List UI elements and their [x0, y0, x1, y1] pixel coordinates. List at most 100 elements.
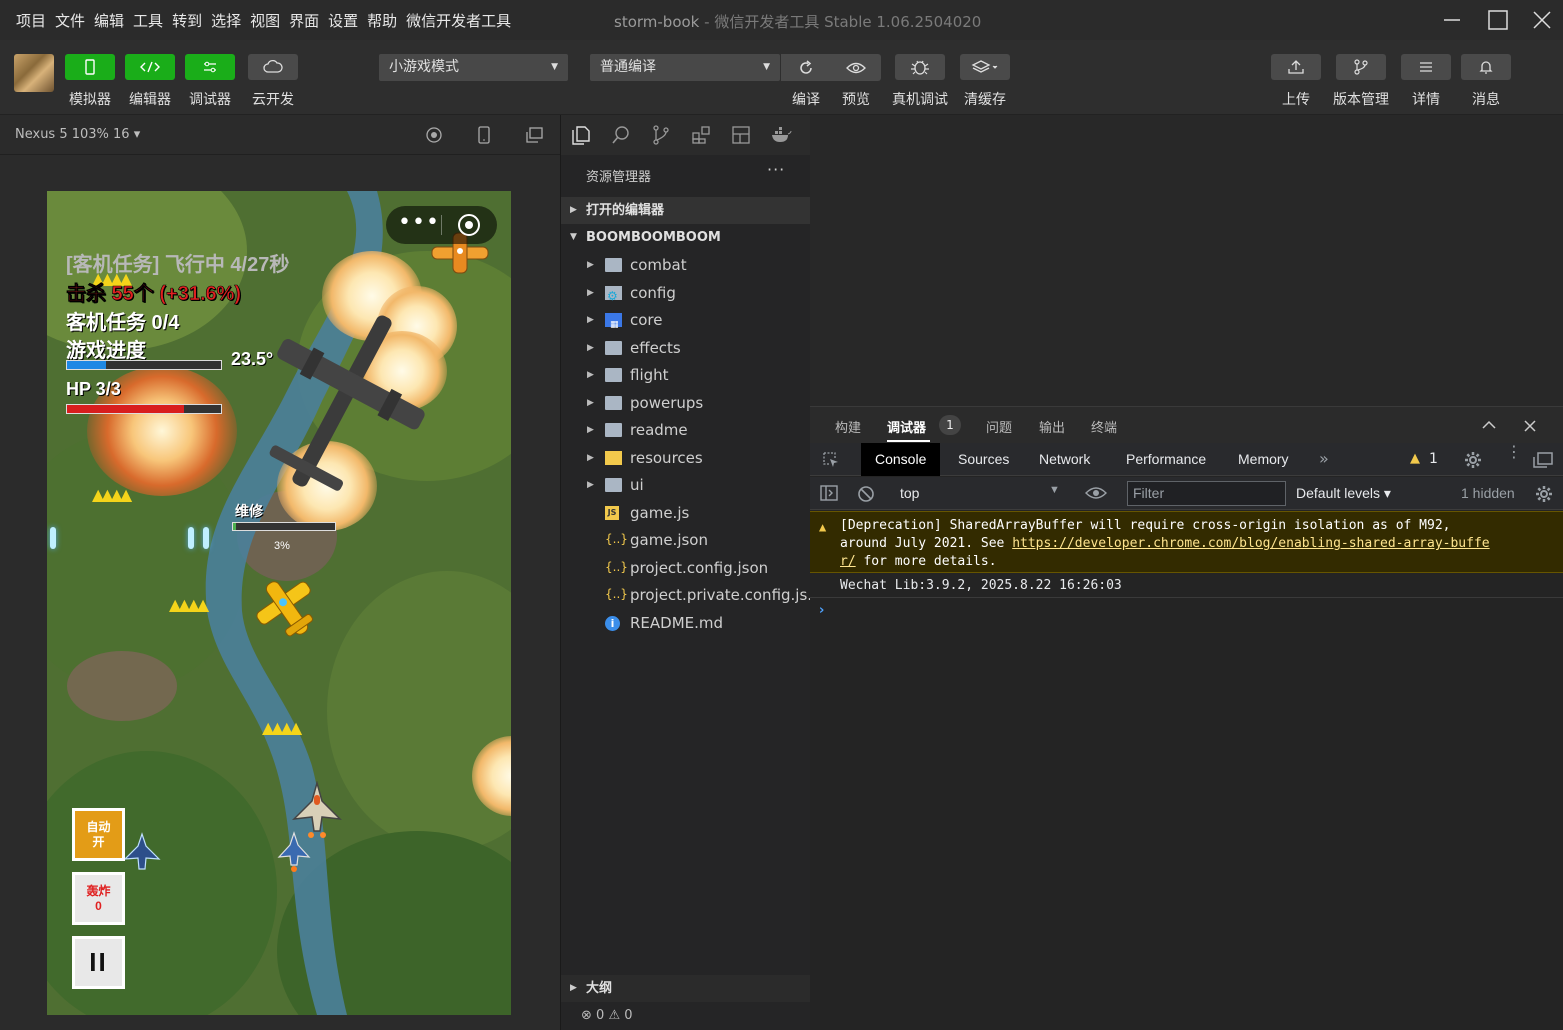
open-editors-section[interactable]: ▶ 打开的编辑器: [561, 197, 811, 224]
compile-button[interactable]: [781, 54, 831, 81]
search-icon[interactable]: [610, 124, 632, 146]
tab-build[interactable]: 构建: [835, 417, 861, 436]
menu-edit[interactable]: 编辑: [94, 10, 124, 31]
tab-sources[interactable]: Sources: [944, 443, 1023, 476]
hidden-count[interactable]: 1 hidden: [1461, 485, 1515, 501]
editor-button[interactable]: [125, 54, 175, 80]
more-tabs-icon[interactable]: »: [1319, 449, 1329, 468]
menu-interface[interactable]: 界面: [289, 10, 319, 31]
context-select[interactable]: top: [900, 485, 919, 501]
mode-select[interactable]: 小游戏模式 ▼: [379, 54, 568, 81]
file-tree-item-game-js[interactable]: JS game.js: [561, 500, 811, 527]
settings-gear-icon[interactable]: [1463, 450, 1483, 470]
file-name: game.js: [630, 503, 690, 522]
file-tree-item-project-config-json[interactable]: {..} project.config.json: [561, 555, 811, 582]
extensions-icon[interactable]: [690, 124, 712, 146]
explorer-more-icon[interactable]: ···: [767, 160, 785, 179]
console-settings-icon[interactable]: [1534, 484, 1554, 504]
undock-icon[interactable]: [1532, 450, 1554, 470]
warning-link[interactable]: https://developer.chrome.com/blog/enabli…: [1012, 536, 1489, 551]
console-prompt[interactable]: ›: [819, 603, 824, 618]
upload-button[interactable]: [1271, 54, 1321, 80]
menu-tools[interactable]: 工具: [133, 10, 163, 31]
clear-console-icon[interactable]: [857, 485, 875, 503]
file-tree-item-flight[interactable]: ▶ flight: [561, 362, 811, 389]
kebab-menu-icon[interactable]: ⋮: [1506, 444, 1522, 460]
warning-count[interactable]: 1: [1429, 451, 1438, 467]
record-icon[interactable]: [424, 125, 444, 145]
clear-cache-button[interactable]: [960, 54, 1010, 80]
close-icon[interactable]: [1522, 418, 1538, 434]
outline-section[interactable]: ▶ 大纲: [561, 975, 811, 1002]
version-button[interactable]: [1336, 54, 1386, 80]
compile-select[interactable]: 普通编译 ▼: [590, 54, 780, 81]
chevron-down-icon[interactable]: ▼: [1049, 484, 1060, 496]
log-levels-select[interactable]: Default levels ▾: [1296, 485, 1391, 502]
files-icon[interactable]: [570, 124, 592, 146]
device-select[interactable]: Nexus 5 103% 16 ▾: [15, 127, 140, 142]
menu-goto[interactable]: 转到: [172, 10, 202, 31]
device-debug-button[interactable]: [895, 54, 945, 80]
tab-memory[interactable]: Memory: [1224, 443, 1303, 476]
avatar[interactable]: [14, 54, 54, 92]
inspect-element-icon[interactable]: [821, 450, 841, 470]
file-tree-item-readme[interactable]: ▶ readme: [561, 417, 811, 444]
detach-window-icon[interactable]: [524, 125, 544, 145]
menu-file[interactable]: 文件: [55, 10, 85, 31]
tab-terminal[interactable]: 终端: [1091, 417, 1117, 436]
file-tree-item-game-json[interactable]: {..} game.json: [561, 527, 811, 554]
file-tree-item-ui[interactable]: ▶ ui: [561, 472, 811, 499]
tab-problems[interactable]: 问题: [986, 417, 1012, 436]
source-control-icon[interactable]: [650, 124, 672, 146]
close-target-icon[interactable]: [458, 214, 480, 236]
debugger-button[interactable]: [185, 54, 235, 80]
minimize-icon[interactable]: [1440, 8, 1464, 32]
file-tree-item-powerups[interactable]: ▶ powerups: [561, 390, 811, 417]
miniprogram-capsule[interactable]: •••: [386, 206, 497, 244]
simulator-button[interactable]: [65, 54, 115, 80]
pause-icon: II: [89, 947, 108, 977]
file-tree-item-combat[interactable]: ▶ combat: [561, 252, 811, 279]
chevron-up-icon[interactable]: [1481, 418, 1497, 432]
file-tree-item-resources[interactable]: ▶ resources: [561, 445, 811, 472]
file-tree-item-core[interactable]: ▶ ▦ core: [561, 307, 811, 334]
preview-button[interactable]: [831, 54, 881, 81]
auto-fire-button[interactable]: 自动开: [72, 808, 125, 861]
eye-icon[interactable]: [1085, 485, 1107, 501]
menu-view[interactable]: 视图: [250, 10, 280, 31]
json-file-icon: {..}: [605, 587, 628, 601]
storage-icon[interactable]: [730, 124, 752, 146]
tab-network[interactable]: Network: [1025, 443, 1104, 476]
bomb-button[interactable]: 轰炸 0: [72, 872, 125, 925]
filter-input[interactable]: Filter: [1127, 481, 1286, 506]
maximize-icon[interactable]: [1486, 8, 1510, 32]
tab-performance[interactable]: Performance: [1112, 443, 1220, 476]
menu-devtools[interactable]: 微信开发者工具: [406, 10, 511, 31]
sidebar-toggle-icon[interactable]: [819, 484, 839, 502]
menu-project[interactable]: 项目: [16, 10, 46, 31]
chevron-right-icon: ▶: [587, 452, 594, 463]
messages-button[interactable]: [1461, 54, 1511, 80]
warning-link-cont[interactable]: r/: [840, 554, 856, 569]
docker-icon[interactable]: [770, 124, 792, 146]
tab-console[interactable]: Console: [861, 443, 941, 476]
problems-status[interactable]: ⊗ 0 ⚠ 0: [561, 1002, 811, 1030]
tab-debugger[interactable]: 调试器: [887, 417, 926, 436]
details-button[interactable]: [1401, 54, 1451, 80]
file-tree-item-effects[interactable]: ▶ effects: [561, 335, 811, 362]
phone-rotate-icon[interactable]: [474, 125, 494, 145]
project-section[interactable]: ▼ BOOMBOOMBOOM: [561, 224, 811, 251]
pause-button[interactable]: II: [72, 936, 125, 989]
tab-output[interactable]: 输出: [1039, 417, 1065, 436]
game-canvas[interactable]: ▲▲▲▲ ▲▲▲▲ ▲▲▲▲ ▲▲▲▲ ••• [客机任务] 飞行中 4/27秒…: [47, 191, 511, 1015]
menu-settings[interactable]: 设置: [328, 10, 358, 31]
more-dots-icon[interactable]: •••: [398, 210, 440, 235]
folder-icon: [605, 368, 622, 382]
file-tree-item-project-private-config-js-[interactable]: {..} project.private.config.js...: [561, 582, 811, 609]
menu-select[interactable]: 选择: [211, 10, 241, 31]
file-tree-item-readme-md[interactable]: i README.md: [561, 610, 811, 637]
close-window-icon[interactable]: [1530, 8, 1554, 32]
menu-help[interactable]: 帮助: [367, 10, 397, 31]
cloud-button[interactable]: [248, 54, 298, 80]
file-tree-item-config[interactable]: ▶ ⚙ config: [561, 280, 811, 307]
